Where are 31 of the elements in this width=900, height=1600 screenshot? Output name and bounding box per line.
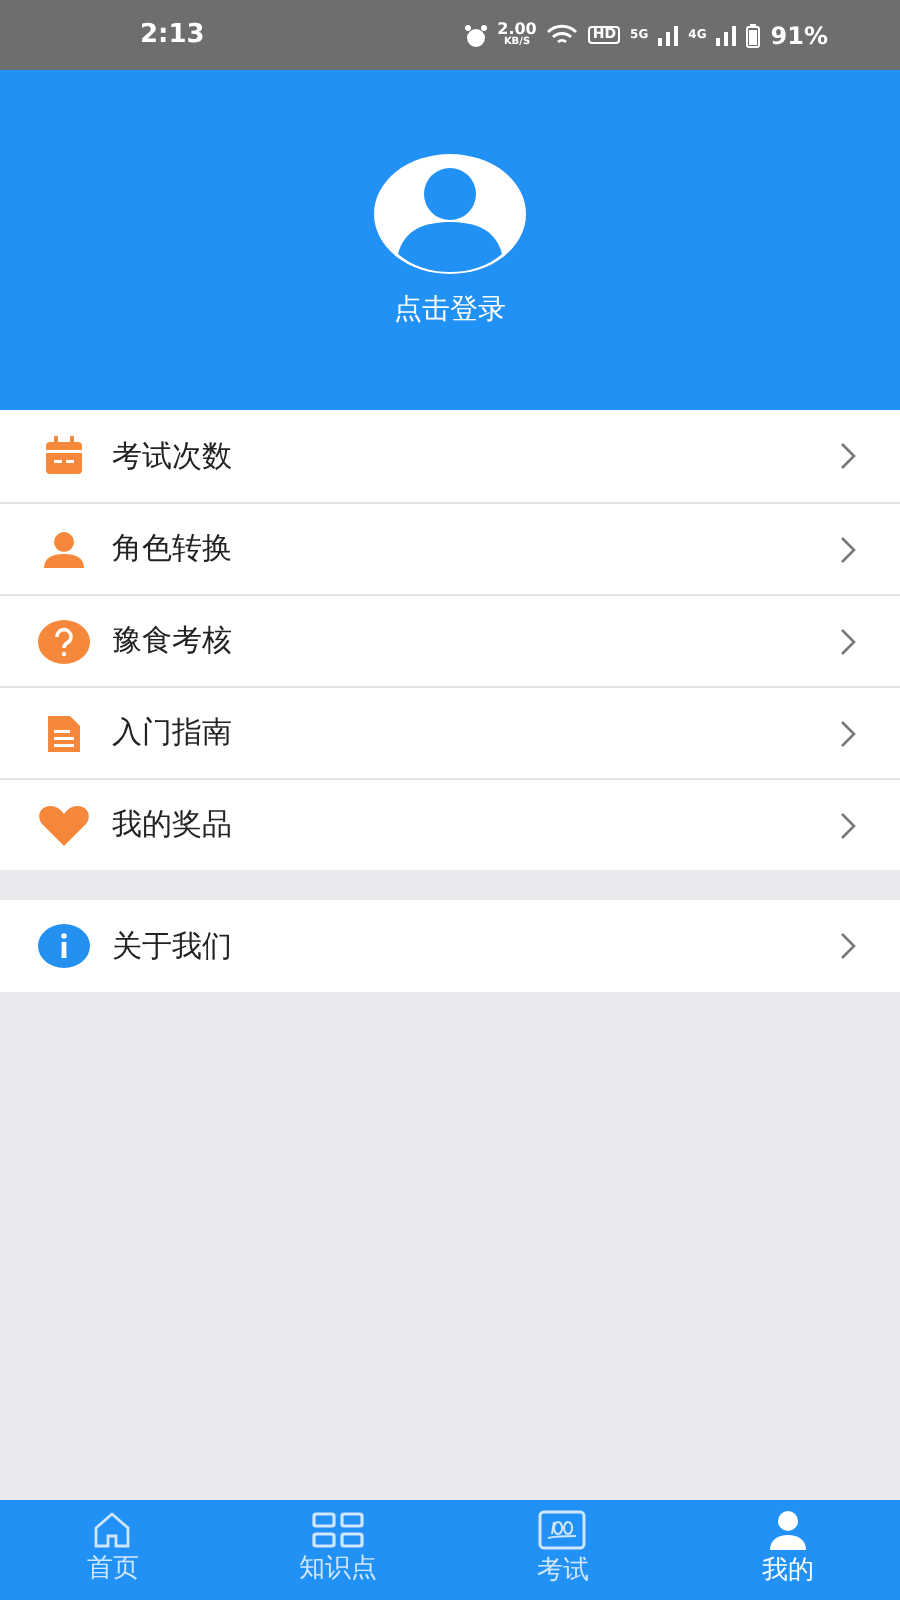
avatar-icon (374, 154, 526, 274)
menu-item[interactable]: 入门指南 (0, 686, 900, 778)
battery-icon (746, 23, 761, 47)
person-icon (767, 1509, 808, 1550)
person-icon (42, 531, 86, 567)
menu-item[interactable]: 考试次数 (0, 410, 900, 502)
chevron-right-icon (840, 535, 856, 563)
grid-icon (311, 1511, 364, 1548)
chevron-right-icon (840, 442, 856, 470)
signal-icon (716, 25, 737, 45)
home-icon (92, 1511, 133, 1548)
menu-item[interactable]: 关于我们 (0, 900, 900, 992)
score-icon (538, 1509, 587, 1550)
chevron-right-icon (840, 811, 856, 839)
signal-icon (658, 25, 679, 45)
calendar-icon (42, 436, 86, 476)
battery-percent: 91% (770, 19, 828, 53)
menu-item[interactable]: 豫食考核 (0, 594, 900, 686)
chevron-right-icon (840, 932, 856, 960)
info-icon (38, 924, 90, 968)
question-icon (38, 619, 90, 663)
chevron-right-icon (840, 719, 856, 747)
wifi-icon (546, 23, 579, 47)
network-speed: 2.00 (497, 22, 537, 38)
alarm-icon (463, 23, 488, 47)
chevron-right-icon (840, 627, 856, 655)
status-time: 2:13 (140, 17, 205, 54)
menu-item[interactable]: 我的奖品 (0, 778, 900, 870)
document-icon (46, 713, 82, 753)
menu-item[interactable]: 角色转换 (0, 502, 900, 594)
heart-icon (38, 805, 90, 845)
